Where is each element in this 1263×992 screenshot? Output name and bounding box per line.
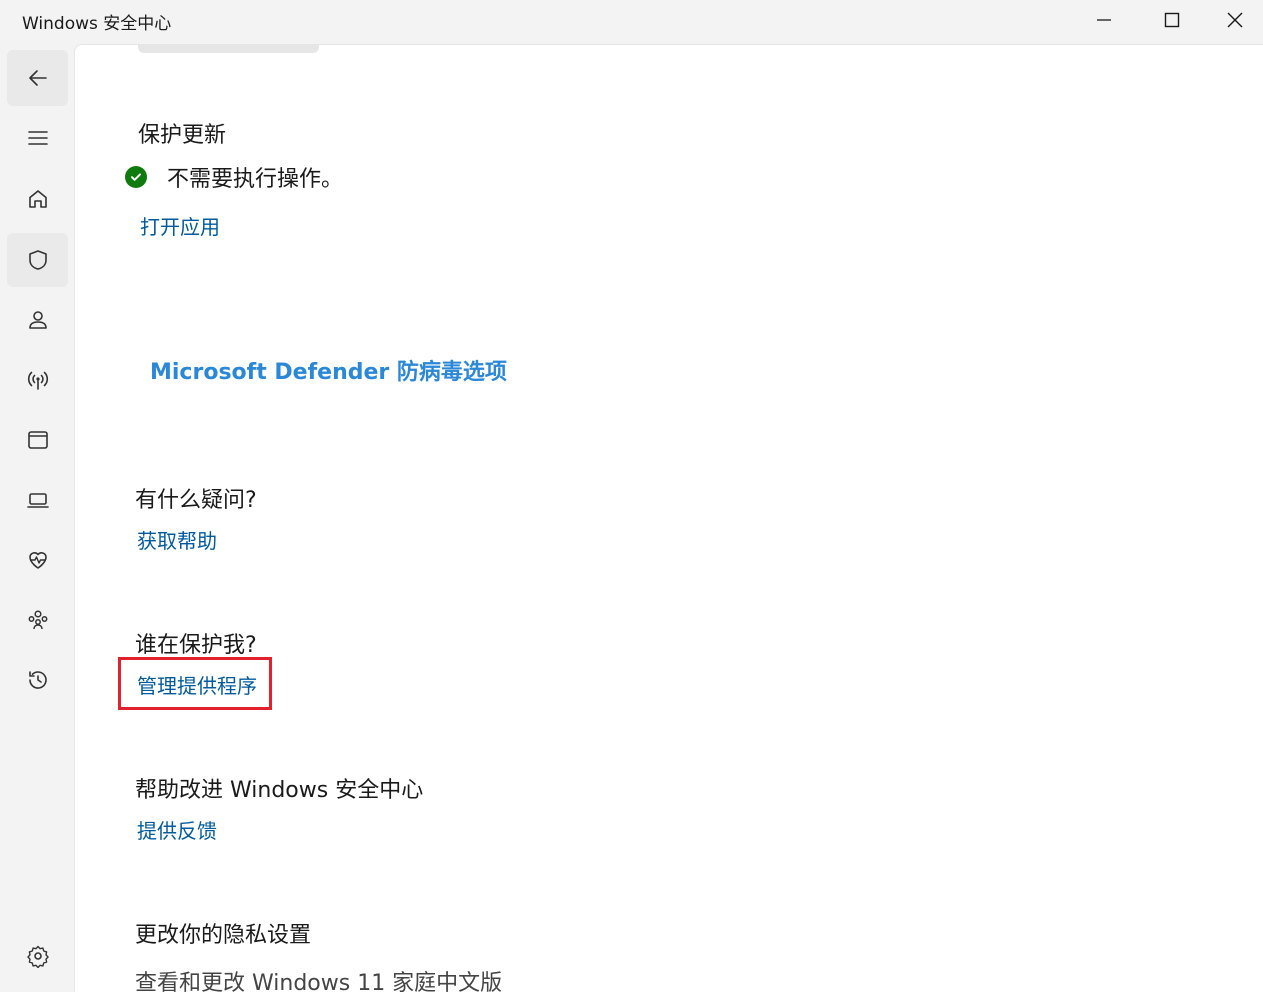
back-arrow-icon: [28, 70, 47, 86]
protection-status: 不需要执行操作。: [125, 161, 343, 193]
hamburger-menu-icon: [27, 131, 48, 145]
close-button[interactable]: [1206, 0, 1263, 40]
maximize-icon: [1164, 12, 1180, 28]
defender-antivirus-options-link[interactable]: Microsoft Defender 防病毒选项: [150, 354, 507, 386]
laptop-device-icon: [26, 493, 49, 508]
settings-button[interactable]: [7, 929, 68, 983]
manage-providers-link[interactable]: 管理提供程序: [137, 670, 257, 699]
app-browser-window-icon: [27, 431, 48, 449]
nav-item-app-browser[interactable]: [7, 413, 68, 467]
menu-button[interactable]: [7, 111, 68, 165]
nav-item-protection-history[interactable]: [7, 653, 68, 707]
check-circle-icon: [125, 166, 147, 188]
open-app-link[interactable]: 打开应用: [140, 211, 220, 240]
close-icon: [1227, 12, 1242, 28]
nav-item-account[interactable]: [7, 293, 68, 347]
back-button[interactable]: [7, 50, 68, 106]
family-people-icon: [28, 610, 47, 630]
home-icon: [28, 190, 47, 208]
give-feedback-link[interactable]: 提供反馈: [137, 815, 217, 844]
shield-icon: [28, 250, 47, 270]
minimize-icon: [1097, 19, 1111, 21]
privacy-text: 查看和更改 Windows 11 家庭中文版: [135, 971, 503, 992]
nav-item-virus-protection[interactable]: [7, 233, 68, 287]
account-person-icon: [28, 311, 47, 329]
minimize-button[interactable]: [1070, 0, 1138, 40]
nav-item-device-security[interactable]: [7, 473, 68, 527]
heart-pulse-icon: [28, 552, 47, 569]
maximize-button[interactable]: [1138, 0, 1206, 40]
questions-title: 有什么疑问?: [135, 488, 257, 513]
improve-title: 帮助改进 Windows 安全中心: [135, 778, 424, 803]
window-title: Windows 安全中心: [22, 14, 172, 34]
get-help-link[interactable]: 获取帮助: [137, 525, 217, 554]
privacy-title: 更改你的隐私设置: [135, 923, 312, 948]
title-bar: Windows 安全中心: [0, 0, 1263, 40]
collapsed-element-edge: [138, 45, 319, 53]
who-protects-title: 谁在保护我?: [135, 633, 257, 658]
main-content: 保护更新 不需要执行操作。 打开应用 Microsoft Defender 防病…: [74, 44, 1263, 992]
nav-item-home[interactable]: [7, 172, 68, 226]
history-clock-icon: [28, 671, 47, 689]
wifi-antenna-icon: [27, 371, 48, 390]
nav-item-device-health[interactable]: [7, 533, 68, 587]
status-text: 不需要执行操作。: [167, 167, 344, 192]
protection-updates-title: 保护更新: [138, 123, 227, 148]
settings-gear-icon: [26, 945, 49, 968]
nav-item-family-options[interactable]: [7, 593, 68, 647]
nav-item-firewall[interactable]: [7, 353, 68, 407]
navigation-rail: [0, 40, 74, 992]
